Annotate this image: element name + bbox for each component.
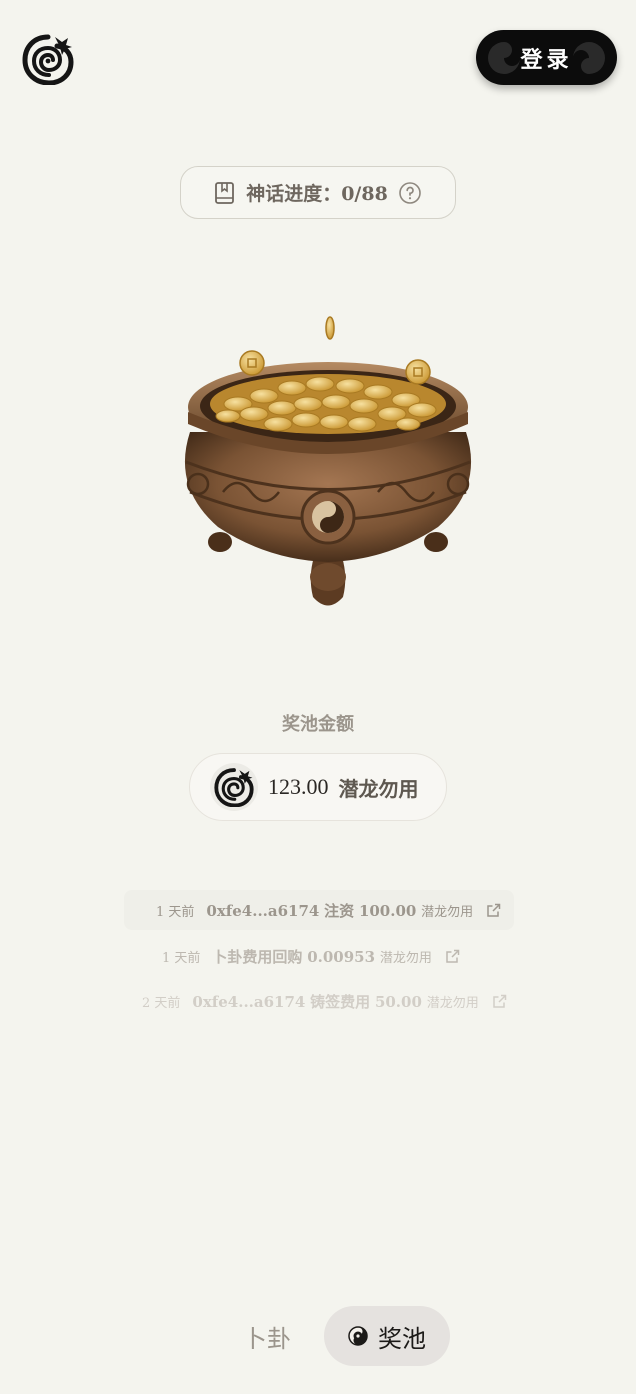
pool-amount-pill: 123.00 潜龙勿用 (189, 753, 447, 821)
pool-amount-label: 奖池金额 (282, 714, 354, 735)
feed-action: 铸签费用 (310, 992, 371, 1011)
feed-time: 1 天前 (162, 950, 201, 966)
treasure-cauldron-image (168, 312, 488, 617)
feed-item: 2 天前 0xfe4...a6174 铸签费用 50.00 潜龙勿用 (142, 981, 508, 1021)
feed-action: 注资 (324, 901, 355, 920)
feed-unit: 潜龙勿用 (426, 995, 479, 1011)
external-link-icon[interactable] (444, 948, 461, 965)
external-link-icon[interactable] (485, 902, 502, 919)
feed-action: 卜卦费用回购 (212, 947, 303, 966)
feed-time: 1 天前 (156, 904, 195, 920)
feed-time: 2 天前 (142, 995, 181, 1011)
cloud-swirl-icon (488, 42, 520, 74)
pool-amount-unit: 潜龙勿用 (338, 776, 419, 801)
tab-divination[interactable]: 卜卦 (222, 1306, 312, 1366)
feed-unit: 潜龙勿用 (379, 950, 432, 966)
feed-amount: 0.00953 (307, 947, 376, 966)
tab-prize-pool[interactable]: 奖池 (324, 1306, 450, 1366)
login-button[interactable]: 登录 (476, 30, 617, 85)
dragon-coil-icon[interactable] (22, 33, 74, 86)
book-icon (215, 181, 235, 204)
feed-amount: 100.00 (358, 901, 417, 920)
login-label: 登录 (520, 46, 573, 73)
myth-progress-pill[interactable]: 神话进度：0/88 (180, 166, 456, 219)
pool-amount-value: 123.00 (268, 774, 329, 799)
bottom-tab-bar: 卜卦 奖池 (222, 1306, 452, 1366)
myth-progress-label: 神话进度：0/88 (246, 183, 388, 205)
external-link-icon[interactable] (491, 993, 508, 1010)
feed-address: 0xfe4...a6174 (206, 901, 320, 920)
feed-unit: 潜龙勿用 (421, 904, 474, 920)
feed-item: 1 天前 卜卦费用回购 0.00953 潜龙勿用 (162, 936, 461, 976)
feed-amount: 50.00 (374, 992, 422, 1011)
yin-yang-icon (348, 1326, 368, 1346)
tab-divination-label: 卜卦 (243, 1324, 291, 1353)
tab-prize-pool-label: 奖池 (378, 1324, 426, 1353)
help-circle-icon[interactable] (398, 181, 422, 205)
feed-item: 1 天前 0xfe4...a6174 注资 100.00 潜龙勿用 (124, 890, 514, 930)
cloud-swirl-icon (573, 42, 605, 74)
feed-address: 0xfe4...a6174 (192, 992, 306, 1011)
dragon-token-icon (210, 763, 258, 811)
